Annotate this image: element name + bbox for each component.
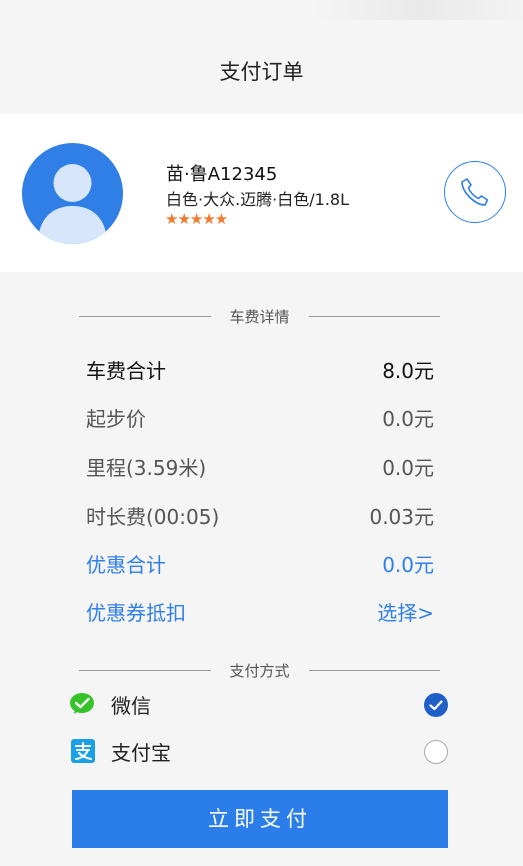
fare-item-row: 里程(3.59米) 0.0元 [86, 452, 434, 482]
payment-option-label: 微信 [111, 694, 151, 718]
coupon-label: 优惠券抵扣 [86, 601, 186, 625]
top-shadow [0, 0, 523, 20]
payment-option-label: 支付宝 [111, 741, 171, 765]
driver-plate: 苗·鲁A12345 [166, 164, 278, 185]
discount-value: 0.0元 [382, 553, 434, 577]
fare-item-value: 0.0元 [382, 407, 434, 431]
pay-now-button[interactable]: 立即支付 [72, 790, 448, 848]
rating-stars: ★★★★★ [165, 210, 228, 228]
coupon-row[interactable]: 优惠券抵扣 选择> [86, 597, 434, 627]
check-icon [429, 700, 443, 711]
fare-total-row: 车费合计 8.0元 [86, 355, 434, 385]
fare-item-row: 时长费(00:05) 0.03元 [86, 501, 434, 531]
fare-item-label: 时长费(00:05) [86, 505, 220, 529]
user-icon [38, 164, 107, 244]
payment-option-wechat[interactable]: 微信 [70, 689, 450, 721]
page-title: 支付订单 [219, 60, 304, 84]
discount-label: 优惠合计 [86, 553, 166, 577]
fare-item-value: 0.03元 [369, 505, 434, 529]
discount-row: 优惠合计 0.0元 [86, 549, 434, 579]
fare-item-label: 里程(3.59米) [86, 456, 207, 480]
fare-section-divider: 车费详情 [79, 306, 440, 326]
fare-total-value: 8.0元 [382, 359, 434, 383]
fare-item-row: 起步价 0.0元 [86, 403, 434, 433]
alipay-icon [71, 739, 95, 763]
driver-card: 苗·鲁A12345 白色·大众.迈腾·白色/1.8L ★★★★★ [0, 114, 523, 272]
radio-checked[interactable] [424, 693, 448, 717]
coupon-select-link[interactable]: 选择> [377, 597, 434, 626]
fare-item-label: 起步价 [86, 407, 146, 431]
fare-total-label: 车费合计 [86, 359, 166, 383]
radio-unchecked[interactable] [424, 740, 448, 764]
avatar [22, 143, 123, 244]
driver-car: 白色·大众.迈腾·白色/1.8L [166, 190, 350, 209]
payment-option-alipay[interactable]: 支付宝 [70, 736, 450, 768]
phone-icon [461, 178, 489, 206]
call-button[interactable] [444, 161, 506, 223]
fare-item-value: 0.0元 [382, 456, 434, 480]
wechat-icon [70, 693, 94, 714]
payment-section-divider: 支付方式 [79, 660, 440, 680]
